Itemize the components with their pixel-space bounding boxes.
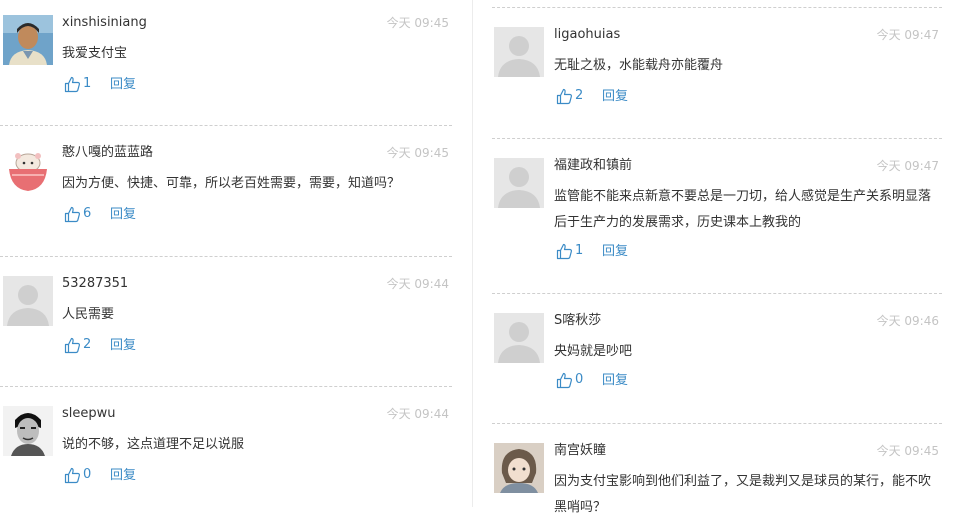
thumbs-up-icon [64,467,81,483]
reply-button[interactable]: 回复 [110,337,136,355]
timestamp: 今天 09:47 [876,28,939,42]
comment-column-left: xinshisiniang 今天 09:45 我爱支付宝 1 回复 憨八嘎的蓝蓝… [0,0,452,507]
reply-button[interactable]: 回复 [602,372,628,390]
username[interactable]: 南宫妖瞳 [554,443,606,459]
timestamp: 今天 09:44 [386,407,449,421]
comment-text: 说的不够，这点道理不足以说服 [62,437,245,452]
reply-button[interactable]: 回复 [602,88,628,106]
thumbs-up-icon [64,206,81,222]
comment-text: 因为方便、快捷、可靠，所以老百姓需要，需要，知道吗？ [62,176,401,191]
default-avatar-icon[interactable] [3,276,53,326]
username[interactable]: 憨八嘎的蓝蓝路 [62,145,153,161]
username[interactable]: sleepwu [62,406,116,422]
thumbs-up-icon [556,88,573,104]
username[interactable]: xinshisiniang [62,15,147,31]
comment-separator [0,125,452,126]
like-count: 6 [83,206,92,221]
comment-text: 我爱支付宝 [62,46,128,61]
username[interactable]: 53287351 [62,276,128,292]
thumbs-up-icon [64,337,81,353]
comment-item: xinshisiniang 今天 09:45 我爱支付宝 1 回复 [0,15,452,95]
username[interactable]: ligaohuias [554,27,620,43]
comment-separator [492,7,942,8]
username[interactable]: S喀秋莎 [554,313,601,329]
timestamp: 今天 09:44 [386,277,449,291]
comment-separator [0,386,452,387]
comment-text: 无耻之极，水能载舟亦能覆舟 [554,58,724,73]
thumbs-up-icon [556,372,573,388]
comment-column-right: ligaohuias 今天 09:47 无耻之极，水能载舟亦能覆舟 2 回复 福… [492,0,942,515]
like-count: 1 [575,243,584,258]
comment-text: 央妈就是吵吧 [554,344,633,359]
comment-item: 福建政和镇前 今天 09:47 监管能不能来点新意不要总是一刀切，给人感觉是生产… [492,158,942,268]
reply-button[interactable]: 回复 [602,243,628,261]
like-count: 2 [83,337,92,352]
like-button[interactable]: 0 [64,466,91,484]
comment-text: 监管能不能来点新意不要总是一刀切，给人感觉是生产关系明显落后于生产力的发展需求，… [554,189,932,230]
like-count: 1 [83,76,92,91]
comment-separator [492,138,942,139]
like-count: 0 [83,467,92,482]
comment-item: 53287351 今天 09:44 人民需要 2 回复 [0,276,452,356]
comment-item: sleepwu 今天 09:44 说的不够，这点道理不足以说服 0 回复 [0,406,452,486]
anime-girl-avatar-icon[interactable] [494,443,544,493]
photo-man-icon[interactable] [3,15,53,65]
comment-item: ligaohuias 今天 09:47 无耻之极，水能载舟亦能覆舟 2 回复 [492,27,942,107]
timestamp: 今天 09:46 [876,314,939,328]
comment-item: 憨八嘎的蓝蓝路 今天 09:45 因为方便、快捷、可靠，所以老百姓需要，需要，知… [0,145,452,225]
timestamp: 今天 09:45 [386,16,449,30]
reply-button[interactable]: 回复 [110,76,136,94]
bruce-lee-photo-icon[interactable] [3,406,53,456]
comment-item: S喀秋莎 今天 09:46 央妈就是吵吧 0 回复 [492,313,942,393]
thumbs-up-icon [64,76,81,92]
like-button[interactable]: 6 [64,205,91,223]
like-button[interactable]: 0 [556,371,583,389]
timestamp: 今天 09:47 [876,159,939,173]
timestamp: 今天 09:45 [876,444,939,458]
default-avatar-icon[interactable] [494,158,544,208]
comment-separator [492,293,942,294]
like-button[interactable]: 1 [64,75,91,93]
default-avatar-icon[interactable] [494,313,544,363]
comment-separator [0,256,452,257]
thumbs-up-icon [556,243,573,259]
hamster-bowl-icon[interactable] [3,145,53,195]
comment-item: 南宫妖瞳 今天 09:45 因为支付宝影响到他们利益了，又是裁判又是球员的某行，… [492,443,942,515]
comment-text: 因为支付宝影响到他们利益了，又是裁判又是球员的某行，能不吹黑哨吗？ [554,474,932,515]
like-button[interactable]: 2 [556,87,583,105]
like-button[interactable]: 1 [556,242,583,260]
default-avatar-icon[interactable] [494,27,544,77]
comment-separator [492,423,942,424]
like-button[interactable]: 2 [64,336,91,354]
like-count: 2 [575,88,584,103]
comment-text: 人民需要 [62,307,115,322]
column-divider [472,0,473,507]
timestamp: 今天 09:45 [386,146,449,160]
username[interactable]: 福建政和镇前 [554,158,632,174]
like-count: 0 [575,372,584,387]
reply-button[interactable]: 回复 [110,467,136,485]
reply-button[interactable]: 回复 [110,206,136,224]
